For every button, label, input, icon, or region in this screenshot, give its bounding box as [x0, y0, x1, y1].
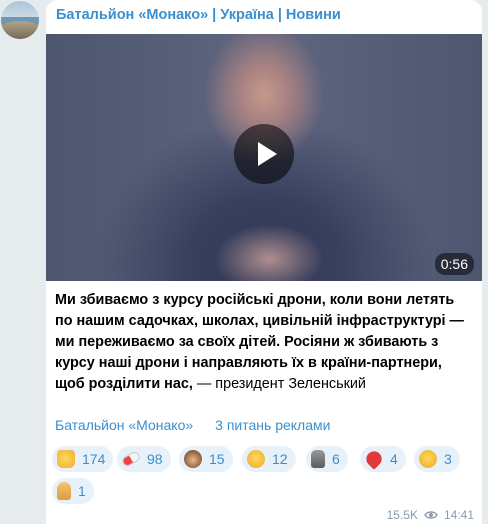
thumbs-up-icon — [57, 450, 75, 468]
reaction-thinking[interactable]: 3 — [414, 446, 460, 472]
reaction-count: 1 — [78, 483, 86, 499]
channel-link[interactable]: Батальйон «Монако» — [55, 417, 193, 433]
smirk-face-icon — [247, 450, 265, 468]
see-no-evil-monkey-icon — [184, 450, 202, 468]
reaction-count: 15 — [209, 451, 225, 467]
reaction-count: 98 — [147, 451, 163, 467]
reaction-thumbs-up[interactable]: 174 — [52, 446, 114, 472]
reaction-count: 3 — [444, 451, 452, 467]
reaction-smirk[interactable]: 12 — [242, 446, 296, 472]
play-icon — [258, 142, 277, 166]
reaction-count: 6 — [332, 451, 340, 467]
moai-icon — [311, 450, 325, 468]
message-footer: 15.5K 14:41 — [387, 508, 474, 522]
video-preview[interactable]: 0:56 — [46, 34, 482, 281]
channel-title[interactable]: Батальйон «Монако» | Україна | Новини — [56, 7, 341, 23]
view-count: 15.5K — [386, 508, 418, 522]
reaction-monkey[interactable]: 15 — [179, 446, 233, 472]
message-links: Батальйон «Монако» 3 питань реклами — [55, 417, 330, 433]
message-time: 14:41 — [443, 508, 474, 522]
heart-on-fire-icon — [363, 448, 385, 470]
folded-hands-icon — [57, 482, 71, 500]
reaction-pill[interactable]: 98 — [117, 446, 171, 472]
pill-icon — [120, 450, 142, 468]
message-author: — президент Зеленський — [196, 376, 366, 392]
video-thumbnail-detail — [214, 224, 324, 281]
channel-avatar[interactable] — [1, 1, 39, 39]
message-bubble: Батальйон «Монако» | Україна | Новини 0:… — [46, 0, 482, 524]
reaction-count: 12 — [272, 451, 288, 467]
message-text: Ми збиваємо з курсу російські дрони, кол… — [55, 290, 475, 395]
ads-link[interactable]: 3 питань реклами — [215, 417, 330, 433]
reaction-count: 174 — [82, 451, 106, 467]
video-duration: 0:56 — [434, 253, 474, 275]
reaction-count: 4 — [390, 451, 398, 467]
thinking-face-icon — [419, 450, 437, 468]
reaction-moai[interactable]: 6 — [306, 446, 348, 472]
eye-icon — [424, 511, 438, 519]
reaction-heart-on-fire[interactable]: 4 — [360, 446, 406, 472]
play-button[interactable] — [234, 124, 294, 184]
reaction-folded-hands[interactable]: 1 — [52, 478, 94, 504]
avatar-hill — [1, 21, 39, 39]
